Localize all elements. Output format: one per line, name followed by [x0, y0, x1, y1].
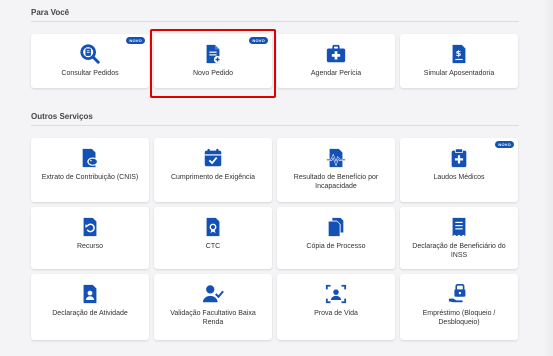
card-ctc[interactable]: CTC: [154, 207, 272, 269]
card-prova-de-vida[interactable]: Prova de Vida: [277, 274, 395, 340]
card-resultado-beneficio[interactable]: Resultado de Benefício por Incapacidade: [277, 138, 395, 202]
card-novo-pedido[interactable]: NOVO Novo Pedido: [154, 34, 272, 88]
card-label: Agendar Perícia: [310, 70, 362, 77]
new-badge: NOVO: [249, 37, 268, 44]
card-label: Declaração de Atividade: [52, 310, 128, 317]
card-cumprimento-exigencia[interactable]: Cumprimento de Exigência: [154, 138, 272, 202]
card-label: Resultado de Benefício por Incapacidade: [293, 174, 379, 190]
services-page: Para Você NOVO Consultar Pedidos NOVO No…: [0, 0, 553, 356]
medical-clipboard-icon: [448, 147, 470, 169]
card-label: Empréstimo (Bloqueio / Desbloqueio): [422, 310, 496, 326]
card-copia-processo[interactable]: Cópia de Processo: [277, 207, 395, 269]
document-certificate-icon: [202, 216, 224, 238]
section-title-outros-servicos: Outros Serviços: [31, 112, 93, 121]
section-divider: [31, 21, 519, 22]
card-validacao-facultativo[interactable]: Validação Facultativo Baixa Renda: [154, 274, 272, 340]
document-user-icon: [79, 283, 101, 305]
card-extrato-cnis[interactable]: Extrato de Contribuição (CNIS): [31, 138, 149, 202]
card-label: Consultar Pedidos: [61, 70, 119, 77]
receipt-icon: [448, 216, 470, 238]
section-title-para-voce: Para Você: [31, 8, 70, 17]
card-consultar-pedidos[interactable]: NOVO Consultar Pedidos: [31, 34, 149, 88]
card-label: CTC: [205, 243, 221, 250]
card-label: Extrato de Contribuição (CNIS): [41, 174, 139, 181]
calendar-check-icon: [202, 147, 224, 169]
card-label: Declaração de Beneficiário do INSS: [412, 243, 506, 259]
card-recurso[interactable]: Recurso: [31, 207, 149, 269]
new-badge: NOVO: [126, 37, 145, 44]
card-declaracao-beneficiario[interactable]: Declaração de Beneficiário do INSS: [400, 207, 518, 269]
medical-kit-icon: [325, 43, 347, 65]
document-piggy-bank-icon: [79, 147, 101, 169]
user-check-icon: [202, 283, 224, 305]
card-label: Validação Facultativo Baixa Renda: [170, 310, 256, 326]
document-pulse-icon: [325, 147, 347, 169]
page-edge: [543, 0, 553, 356]
card-declaracao-atividade[interactable]: Declaração de Atividade: [31, 274, 149, 340]
card-label: Simular Aposentadoria: [423, 70, 495, 77]
new-badge: NOVO: [495, 141, 514, 148]
card-laudos-medicos[interactable]: NOVO Laudos Médicos: [400, 138, 518, 202]
new-document-icon: [202, 43, 224, 65]
card-simular-aposentadoria[interactable]: $ Simular Aposentadoria: [400, 34, 518, 88]
search-document-icon: [79, 43, 101, 65]
card-label: Cópia de Processo: [306, 243, 366, 250]
copy-documents-icon: [325, 216, 347, 238]
card-label: Laudos Médicos: [433, 174, 485, 181]
card-label: Prova de Vida: [314, 310, 358, 317]
svg-text:$: $: [456, 48, 462, 58]
card-emprestimo[interactable]: Empréstimo (Bloqueio / Desbloqueio): [400, 274, 518, 340]
face-scan-icon: [325, 283, 347, 305]
card-label: Recurso: [76, 243, 104, 250]
document-money-icon: $: [448, 43, 470, 65]
card-label: Cumprimento de Exigência: [170, 174, 256, 181]
document-undo-icon: [79, 216, 101, 238]
card-agendar-pericia[interactable]: Agendar Perícia: [277, 34, 395, 88]
section-divider: [31, 125, 519, 126]
hand-coin-icon: [448, 283, 470, 305]
card-label: Novo Pedido: [192, 70, 234, 77]
